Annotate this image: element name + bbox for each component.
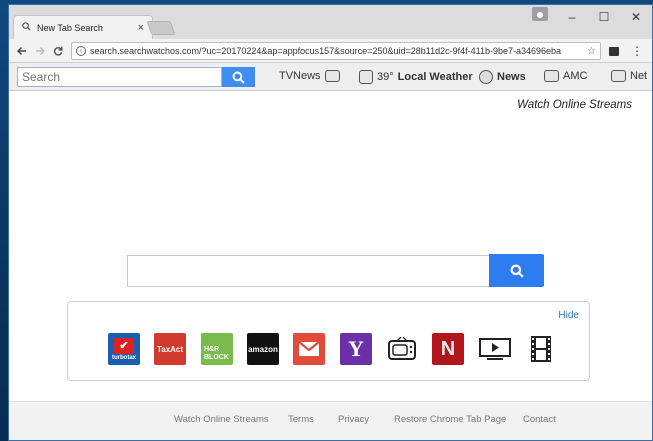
close-window-button[interactable]: ✕ bbox=[620, 5, 652, 29]
extension-icon[interactable] bbox=[609, 47, 619, 56]
tv-icon bbox=[388, 337, 416, 360]
profile-icon[interactable] bbox=[532, 7, 548, 21]
navigation-bar: i search.searchwatchos.com/?uc=20170224&… bbox=[9, 39, 652, 63]
toolbar-weather[interactable]: 39° Local Weather bbox=[359, 70, 473, 84]
toolbar-search-button[interactable] bbox=[222, 67, 255, 87]
tile-video[interactable] bbox=[479, 333, 511, 365]
footer-link-terms[interactable]: Terms bbox=[288, 414, 314, 425]
toolbar-net[interactable]: Net bbox=[611, 70, 647, 82]
minimize-button[interactable]: – bbox=[556, 5, 588, 29]
weather-icon bbox=[359, 70, 373, 84]
tvnews-label: TVNews bbox=[279, 70, 321, 82]
toolbar-search-input[interactable] bbox=[17, 67, 222, 87]
footer-link-contact[interactable]: Contact bbox=[523, 414, 556, 425]
new-tab-button[interactable] bbox=[146, 21, 176, 35]
film-icon bbox=[611, 70, 626, 82]
footer: Watch Online Streams Terms Privacy Resto… bbox=[9, 401, 652, 440]
news-icon bbox=[479, 70, 493, 84]
shortcut-tiles-panel: Hide ✔ turbotax TaxAct H&R BLOCK amazon … bbox=[67, 301, 590, 381]
tile-hrblock[interactable]: H&R BLOCK bbox=[201, 333, 233, 365]
turbotax-label: turbotax bbox=[112, 354, 136, 361]
mail-icon bbox=[298, 341, 320, 356]
footer-link-restore-chrome-tab-page[interactable]: Restore Chrome Tab Page bbox=[394, 414, 506, 425]
tab-strip: New Tab Search × – ☐ ✕ bbox=[9, 5, 652, 39]
address-url: search.searchwatchos.com/?uc=20170224&ap… bbox=[90, 46, 562, 56]
amc-icon bbox=[544, 70, 559, 82]
toolbar-tvnews[interactable]: TVNews bbox=[279, 70, 344, 82]
net-label: Net bbox=[630, 70, 648, 82]
arrow-right-icon bbox=[36, 46, 45, 55]
maximize-button[interactable]: ☐ bbox=[588, 5, 620, 29]
watch-online-streams-link[interactable]: Watch Online Streams bbox=[517, 99, 632, 111]
play-screen-icon bbox=[479, 338, 511, 360]
page-content: Watch Online Streams Hide ✔ turbotax Tax… bbox=[9, 91, 652, 401]
info-icon[interactable]: i bbox=[76, 46, 86, 56]
check-icon: ✔ bbox=[114, 337, 134, 354]
yahoo-label: Y bbox=[348, 336, 364, 361]
temperature-label: 39° bbox=[377, 71, 394, 83]
news-label: News bbox=[497, 71, 526, 83]
browser-window: New Tab Search × – ☐ ✕ i search.searchwa… bbox=[8, 4, 653, 441]
toolbar-news[interactable]: News bbox=[479, 70, 526, 84]
taxact-label: TaxAct bbox=[156, 344, 184, 354]
tile-tv[interactable] bbox=[386, 333, 418, 365]
tile-gmail[interactable] bbox=[293, 333, 325, 365]
amazon-label: amazon bbox=[248, 344, 278, 354]
tab-new-tab-search[interactable]: New Tab Search × bbox=[13, 15, 153, 39]
bookmark-star-icon[interactable]: ☆ bbox=[587, 46, 596, 57]
film-strip-icon bbox=[531, 336, 551, 362]
tile-yahoo[interactable]: Y bbox=[340, 333, 372, 365]
tile-amazon[interactable]: amazon bbox=[247, 333, 279, 365]
netflix-label: N bbox=[440, 337, 456, 360]
hide-link[interactable]: Hide bbox=[558, 310, 579, 321]
main-search-button[interactable] bbox=[489, 254, 544, 287]
reload-icon bbox=[53, 46, 63, 56]
hrblock-label: H&R BLOCK bbox=[204, 346, 229, 361]
tile-taxact[interactable]: TaxAct bbox=[154, 333, 186, 365]
reload-button[interactable] bbox=[49, 42, 67, 60]
address-bar[interactable]: i search.searchwatchos.com/?uc=20170224&… bbox=[71, 42, 601, 60]
search-icon bbox=[232, 71, 245, 84]
forward-button[interactable] bbox=[31, 42, 49, 60]
tile-film[interactable] bbox=[525, 333, 557, 365]
tile-netflix[interactable]: N bbox=[432, 333, 464, 365]
arrow-left-icon bbox=[17, 46, 26, 55]
toolbar-amc[interactable]: AMC bbox=[544, 70, 587, 82]
search-icon bbox=[22, 22, 31, 33]
tv-icon bbox=[324, 70, 340, 82]
amc-label: AMC bbox=[563, 70, 588, 82]
footer-link-privacy[interactable]: Privacy bbox=[338, 414, 369, 425]
footer-link-watch-online-streams[interactable]: Watch Online Streams bbox=[174, 414, 269, 425]
search-icon bbox=[510, 264, 524, 278]
tab-close-icon[interactable]: × bbox=[138, 22, 144, 34]
tab-title: New Tab Search bbox=[37, 22, 103, 33]
back-button[interactable] bbox=[13, 42, 31, 60]
main-search-input[interactable] bbox=[127, 255, 489, 287]
weather-label: Local Weather bbox=[397, 71, 473, 83]
extension-toolbar: TVNews 39° Local Weather News AMC Net bbox=[9, 63, 652, 91]
menu-icon[interactable]: ⋮ bbox=[631, 43, 643, 59]
window-controls: – ☐ ✕ bbox=[556, 5, 652, 29]
tile-turbotax[interactable]: ✔ turbotax bbox=[108, 333, 140, 365]
